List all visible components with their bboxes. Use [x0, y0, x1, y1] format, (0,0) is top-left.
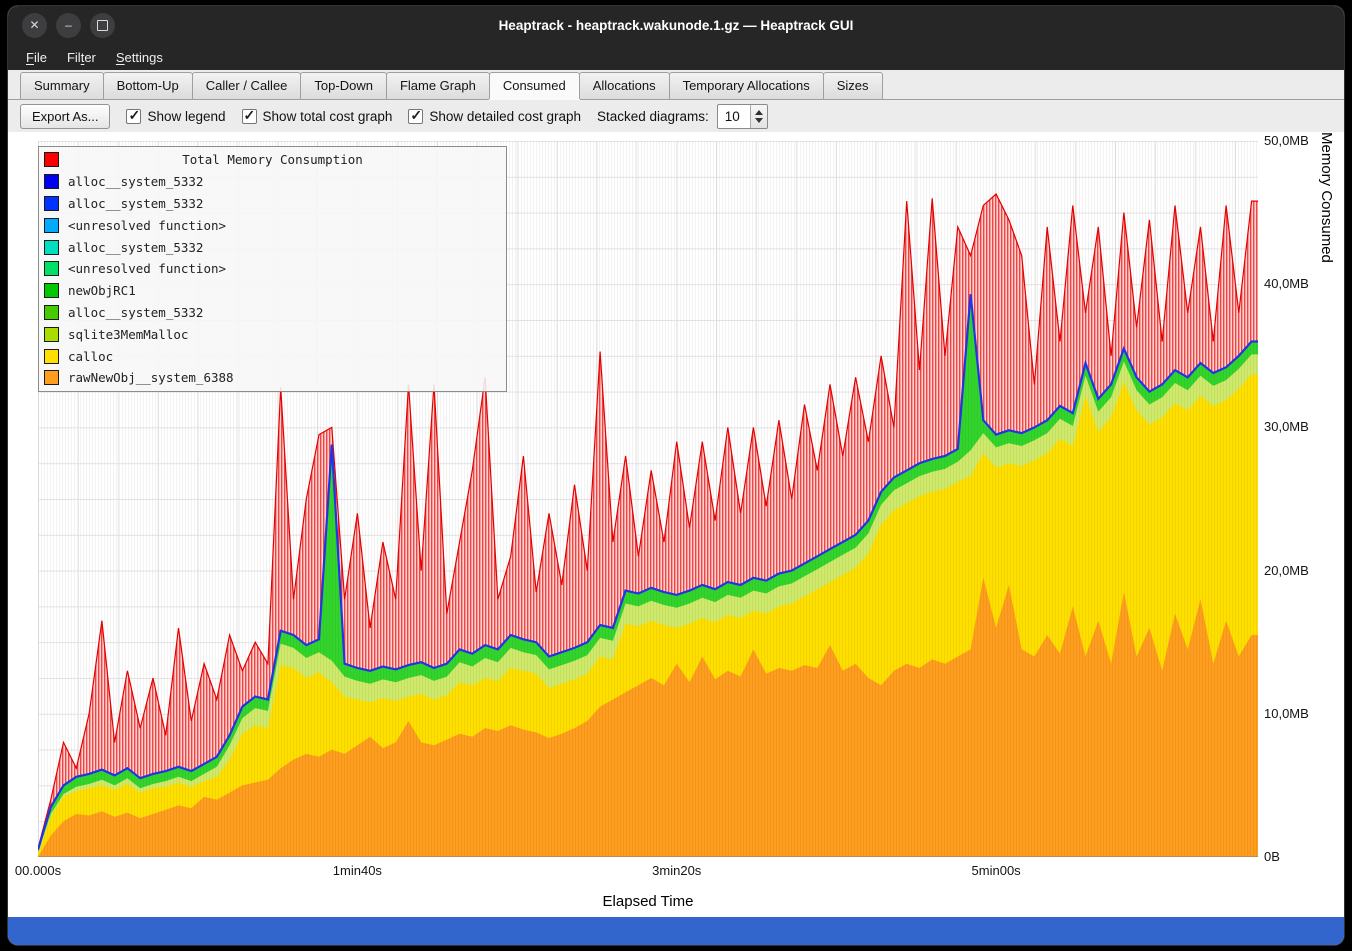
legend-label: sqlite3MemMalloc: [68, 327, 188, 342]
maximize-icon: [97, 20, 108, 31]
x-tick-label: 5min00s: [972, 863, 1021, 878]
legend-row: alloc__system_5332: [39, 193, 506, 215]
legend-row: <unresolved function>: [39, 214, 506, 236]
legend-label: alloc__system_5332: [68, 240, 203, 255]
legend-label: alloc__system_5332: [68, 174, 203, 189]
legend-swatch: [44, 305, 59, 320]
y-tick-label: 50,0MB: [1264, 133, 1309, 148]
spinner-buttons[interactable]: [750, 105, 767, 128]
spinner-down-icon[interactable]: [755, 118, 763, 123]
tab-summary[interactable]: Summary: [20, 72, 104, 99]
tab-allocations[interactable]: Allocations: [579, 72, 670, 99]
legend-label: <unresolved function>: [68, 261, 226, 276]
checkbox-show-detailed-cost-graph[interactable]: Show detailed cost graph: [408, 109, 581, 124]
titlebar: ✕ – Heaptrack - heaptrack.wakunode.1.gz …: [8, 6, 1344, 44]
tab-top-down[interactable]: Top-Down: [300, 72, 387, 99]
tab-caller-callee[interactable]: Caller / Callee: [192, 72, 302, 99]
legend-title: Total Memory Consumption: [39, 152, 506, 167]
legend-label: newObjRC1: [68, 283, 136, 298]
tab-bar: SummaryBottom-UpCaller / CalleeTop-DownF…: [8, 70, 1344, 100]
minimize-icon: –: [65, 18, 72, 32]
y-axis-title: Memory Consumed: [1318, 132, 1335, 872]
legend-row: alloc__system_5332: [39, 171, 506, 193]
checkbox-row: Show legend Show total cost graph Show det…: [126, 109, 581, 124]
menu-file[interactable]: File: [16, 47, 57, 68]
legend-swatch: [44, 283, 59, 298]
legend-row: calloc: [39, 345, 506, 367]
spinner-up-icon[interactable]: [755, 110, 763, 115]
tab-consumed[interactable]: Consumed: [489, 72, 580, 99]
tab-temporary-allocations[interactable]: Temporary Allocations: [669, 72, 824, 99]
stacked-diagrams-label: Stacked diagrams:: [597, 109, 709, 124]
legend-swatch: [44, 240, 59, 255]
chart-legend: Total Memory Consumption alloc__system_53…: [38, 146, 507, 392]
x-tick-label: 1min40s: [333, 863, 382, 878]
y-tick-label: 30,0MB: [1264, 419, 1309, 434]
legend-swatch: [44, 370, 59, 385]
legend-swatch: [44, 261, 59, 276]
y-tick-label: 0B: [1264, 849, 1280, 864]
checkbox-icon[interactable]: [242, 109, 257, 124]
checkbox-icon[interactable]: [408, 109, 423, 124]
minimize-button[interactable]: –: [56, 13, 81, 38]
legend-label: alloc__system_5332: [68, 196, 203, 211]
legend-label: <unresolved function>: [68, 218, 226, 233]
y-tick-label: 40,0MB: [1264, 276, 1309, 291]
stacked-diagrams-value: 10: [718, 105, 750, 128]
legend-row: alloc__system_5332: [39, 236, 506, 258]
legend-row: <unresolved function>: [39, 258, 506, 280]
legend-swatch: [44, 349, 59, 364]
x-axis-title: Elapsed Time: [8, 893, 1288, 910]
legend-label: alloc__system_5332: [68, 305, 203, 320]
checkbox-show-total-cost-graph[interactable]: Show total cost graph: [242, 109, 393, 124]
y-tick-label: 10,0MB: [1264, 706, 1309, 721]
tab-flame-graph[interactable]: Flame Graph: [386, 72, 490, 99]
menu-settings[interactable]: Settings: [106, 47, 173, 68]
legend-swatch: [44, 174, 59, 189]
toolbar: Export As... Show legend Show total cost …: [8, 100, 1344, 132]
legend-row: Total Memory Consumption: [39, 149, 506, 171]
checkbox-label: Show detailed cost graph: [429, 109, 581, 124]
legend-row: alloc__system_5332: [39, 302, 506, 324]
app-window: ✕ – Heaptrack - heaptrack.wakunode.1.gz …: [8, 6, 1344, 945]
legend-swatch: [44, 327, 59, 342]
menu-filter[interactable]: Filter: [57, 47, 106, 68]
x-tick-label: 00.000s: [15, 863, 61, 878]
legend-row: newObjRC1: [39, 280, 506, 302]
legend-label: calloc: [68, 349, 113, 364]
legend-row: sqlite3MemMalloc: [39, 323, 506, 345]
tab-sizes[interactable]: Sizes: [823, 72, 883, 99]
checkbox-label: Show total cost graph: [263, 109, 393, 124]
close-button[interactable]: ✕: [22, 13, 47, 38]
window-title: Heaptrack - heaptrack.wakunode.1.gz — He…: [8, 18, 1344, 33]
x-tick-label: 3min20s: [652, 863, 701, 878]
legend-swatch: [44, 218, 59, 233]
bottom-accent-bar: [8, 917, 1344, 945]
window-controls: ✕ –: [22, 13, 115, 38]
maximize-button[interactable]: [90, 13, 115, 38]
checkbox-label: Show legend: [147, 109, 225, 124]
y-tick-label: 20,0MB: [1264, 563, 1309, 578]
stacked-diagrams-spinbox[interactable]: 10: [717, 104, 768, 129]
chart-region: Total Memory Consumption alloc__system_53…: [8, 132, 1344, 917]
legend-label: rawNewObj__system_6388: [68, 370, 234, 385]
tab-bottom-up[interactable]: Bottom-Up: [103, 72, 193, 99]
checkbox-show-legend[interactable]: Show legend: [126, 109, 225, 124]
checkbox-icon[interactable]: [126, 109, 141, 124]
close-icon: ✕: [29, 18, 39, 32]
legend-row: rawNewObj__system_6388: [39, 367, 506, 389]
export-as-button[interactable]: Export As...: [20, 104, 110, 129]
menubar: FileFilterSettings: [8, 44, 1344, 70]
legend-swatch: [44, 196, 59, 211]
